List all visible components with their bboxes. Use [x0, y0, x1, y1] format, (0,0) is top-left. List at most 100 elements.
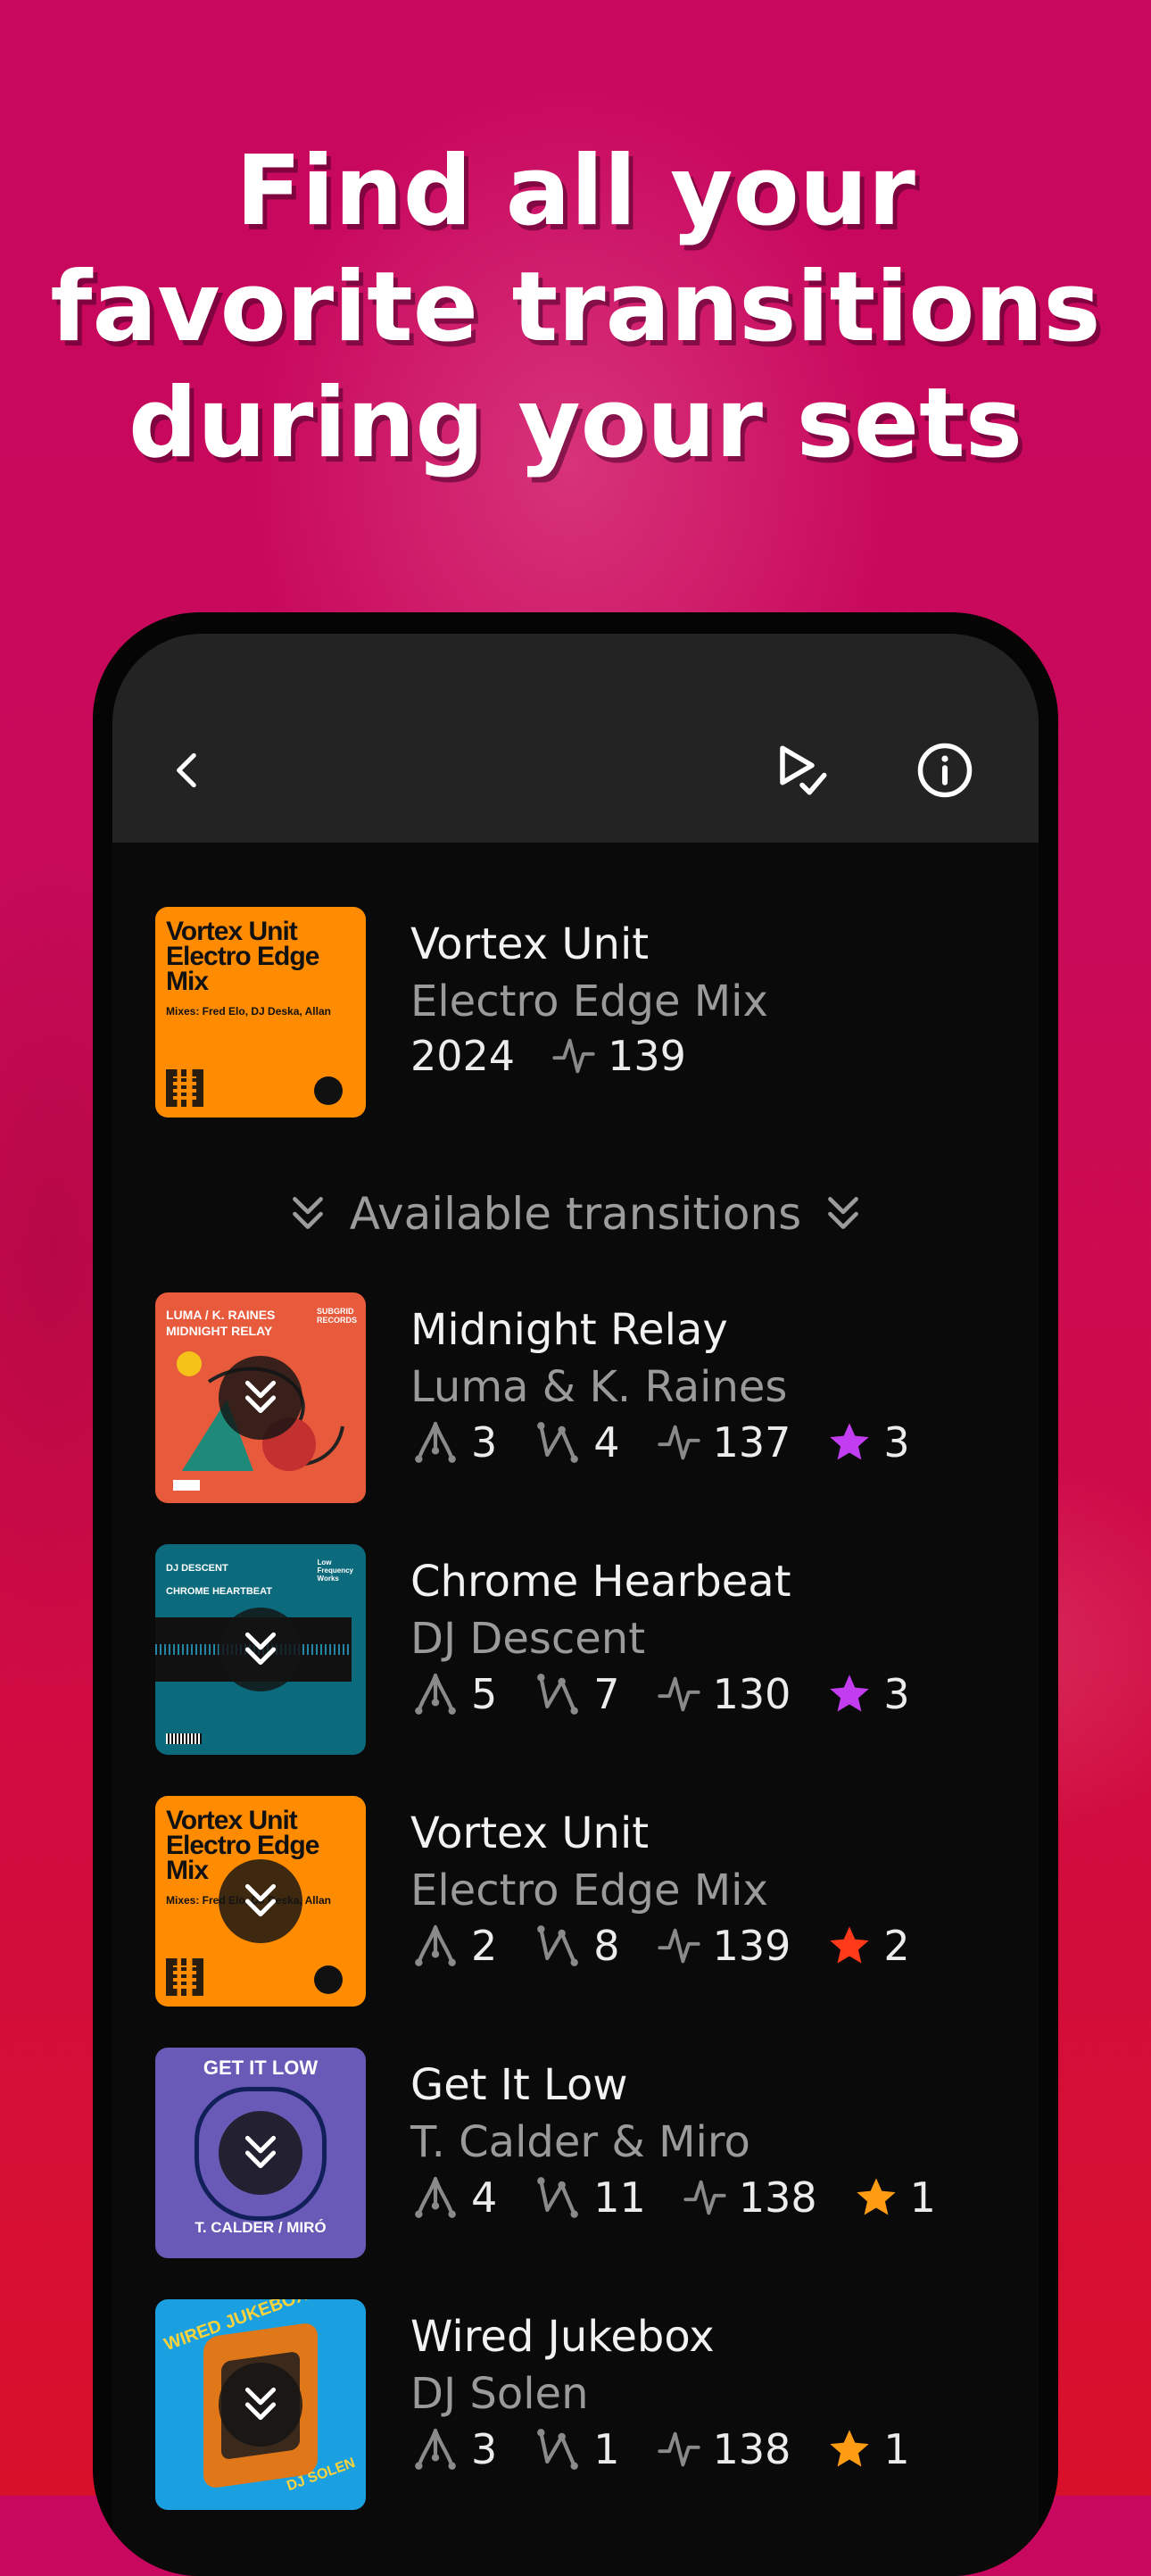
double-chevron-down-icon	[244, 1883, 277, 1917]
mix-out-count: 7	[593, 1670, 620, 1718]
transition-row[interactable]: WIRED JUKEBOX DJ SOLEN Wired Jukebox DJ …	[112, 2299, 1039, 2510]
mix-in-icon	[415, 2428, 456, 2470]
playlist-check-icon	[780, 745, 827, 795]
cover-label: DJ DESCENT CHROME HEARTBEAT	[166, 1563, 272, 1597]
album-cover: DJ DESCENT CHROME HEARTBEAT Low Frequenc…	[155, 1544, 366, 1755]
cover-artists: T. CALDER / MIRÓ	[195, 2219, 327, 2236]
rating-value: 3	[883, 1418, 910, 1467]
mix-in-count: 5	[471, 1670, 498, 1718]
album-cover: LUMA / K. RAINES MIDNIGHT RELAY SUBGRID …	[155, 1292, 366, 1503]
bpm-icon	[657, 1676, 700, 1712]
bpm-value: 138	[712, 2425, 791, 2473]
barcode	[166, 1733, 202, 1744]
info-icon	[917, 743, 973, 798]
track-artist: DJ Descent	[410, 1614, 646, 1664]
track-artist: T. Calder & Miro	[410, 2117, 750, 2167]
transition-row[interactable]: Vortex Unit Electro Edge Mix Mixes: Fred…	[112, 1796, 1039, 2007]
track-meta: 3 1 138 1	[410, 2424, 946, 2474]
track-meta: 5 7 130 3	[410, 1669, 946, 1719]
bpm-value: 139	[712, 1922, 791, 1970]
track-meta: 4 11 138 1	[410, 2173, 972, 2223]
label-logo	[314, 1076, 343, 1105]
headline: Find all your favorite transitions durin…	[0, 134, 1151, 482]
track-title: Chrome Hearbeat	[410, 1557, 791, 1607]
mix-out-count: 4	[593, 1418, 620, 1467]
rating-value: 2	[883, 1922, 910, 1970]
headline-line: during your sets	[128, 368, 1023, 479]
playlist-check-button[interactable]	[762, 730, 842, 810]
rating-value: 1	[883, 2425, 910, 2473]
mix-out-icon	[537, 1925, 579, 1966]
star-icon	[856, 2178, 896, 2215]
expand-transition-button[interactable]	[219, 2111, 302, 2195]
back-chevron-icon	[177, 752, 196, 788]
headline-line: favorite transitions	[50, 252, 1101, 363]
mix-in-icon	[415, 1924, 456, 1966]
available-transitions-header: Available transitions	[112, 1178, 1039, 1250]
mix-in-count: 2	[471, 1922, 498, 1970]
current-track[interactable]: Vortex Unit Electro Edge Mix Mixes: Fred…	[112, 907, 1039, 1118]
track-artist: DJ Solen	[410, 2369, 589, 2419]
app-screen: Vortex Unit Electro Edge Mix Mixes: Fred…	[112, 634, 1039, 2576]
mix-in-count: 4	[471, 2173, 498, 2222]
headline-line: Find all your	[236, 136, 915, 247]
mix-in-count: 3	[471, 1418, 498, 1467]
track-title: Vortex Unit	[410, 919, 650, 969]
track-title: Vortex Unit	[410, 1808, 650, 1858]
star-icon	[830, 1926, 870, 1964]
track-meta: 3 4 137 3	[410, 1417, 946, 1467]
qr-code	[166, 1958, 203, 1996]
expand-transition-button[interactable]	[219, 1859, 302, 1943]
mix-out-count: 11	[593, 2173, 646, 2222]
qr-code	[166, 1069, 203, 1107]
cover-subtitle: Mixes: Fred Elo, DJ Deska, Allan	[166, 1005, 331, 1018]
double-chevron-down-icon	[244, 2387, 277, 2421]
track-meta: 2 8 139 2	[410, 1921, 946, 1971]
transition-row[interactable]: GET IT LOW T. CALDER / MIRÓ Get It Low T…	[112, 2048, 1039, 2258]
album-cover: GET IT LOW T. CALDER / MIRÓ	[155, 2048, 366, 2258]
transition-row[interactable]: LUMA / K. RAINES MIDNIGHT RELAY SUBGRID …	[112, 1292, 1039, 1503]
expand-transition-button[interactable]	[219, 1608, 302, 1691]
expand-transition-button[interactable]	[219, 1356, 302, 1440]
mix-out-icon	[537, 1674, 579, 1715]
mix-in-icon	[415, 1673, 456, 1715]
info-button[interactable]	[905, 730, 985, 810]
star-icon	[830, 1423, 870, 1460]
double-chevron-down-icon	[244, 2135, 277, 2169]
phone-frame: Vortex Unit Electro Edge Mix Mixes: Fred…	[93, 612, 1058, 2576]
bpm-icon	[552, 1038, 595, 1074]
track-meta: 2024 139	[410, 1032, 722, 1080]
double-chevron-down-icon	[828, 1197, 859, 1229]
mix-in-icon	[415, 2176, 456, 2218]
mix-out-icon	[537, 1422, 579, 1463]
album-cover: WIRED JUKEBOX DJ SOLEN	[155, 2299, 366, 2510]
mix-in-icon	[415, 1421, 456, 1463]
track-title: Wired Jukebox	[410, 2312, 715, 2362]
bpm-icon	[657, 1928, 700, 1964]
record-label: Low Frequency Works	[317, 1558, 353, 1583]
track-artist: Electro Edge Mix	[410, 1866, 768, 1915]
bpm-value: 130	[712, 1670, 791, 1718]
bpm-value: 137	[712, 1418, 791, 1467]
track-title: Midnight Relay	[410, 1305, 728, 1355]
bpm-value: 138	[738, 2173, 817, 2222]
track-artist: Luma & K. Raines	[410, 1362, 788, 1412]
expand-transition-button[interactable]	[219, 2363, 302, 2447]
bpm-icon	[657, 1425, 700, 1460]
rating-value: 1	[909, 2173, 936, 2222]
mix-in-count: 3	[471, 2425, 498, 2473]
album-cover: Vortex Unit Electro Edge Mix Mixes: Fred…	[155, 907, 366, 1118]
track-artist: Electro Edge Mix	[410, 976, 768, 1026]
double-chevron-down-icon	[244, 1380, 277, 1414]
double-chevron-down-icon	[244, 1632, 277, 1666]
back-button[interactable]	[148, 730, 228, 810]
transition-row[interactable]: DJ DESCENT CHROME HEARTBEAT Low Frequenc…	[112, 1544, 1039, 1755]
cover-title: Vortex Unit Electro Edge Mix	[166, 917, 319, 996]
app-bar	[112, 634, 1039, 843]
mix-out-count: 1	[593, 2425, 620, 2473]
track-title: Get It Low	[410, 2060, 628, 2110]
cover-title: GET IT LOW	[203, 2057, 319, 2079]
rating-value: 3	[883, 1670, 910, 1718]
double-chevron-down-icon	[292, 1197, 323, 1229]
bpm-icon	[657, 2431, 700, 2467]
